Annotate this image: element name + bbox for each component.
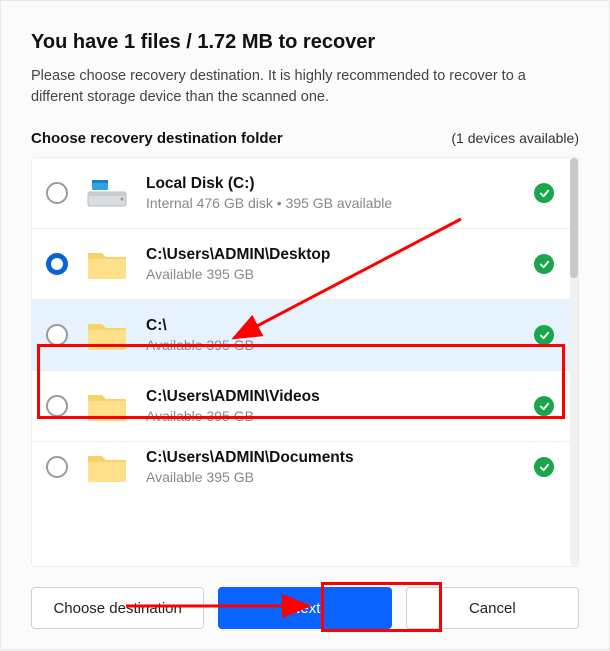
- radio-button[interactable]: [46, 456, 68, 478]
- cancel-button[interactable]: Cancel: [406, 587, 579, 629]
- row-subtitle: Available 395 GB: [146, 337, 524, 353]
- row-title: C:\: [146, 317, 524, 335]
- check-ok-icon: [534, 183, 554, 203]
- dialog-subtitle: Please choose recovery destination. It i…: [31, 66, 579, 108]
- folder-icon: [86, 446, 128, 482]
- radio-button[interactable]: [46, 395, 68, 417]
- row-title: Local Disk (C:): [146, 175, 524, 193]
- row-title: C:\Users\ADMIN\Videos: [146, 388, 524, 406]
- check-ok-icon: [534, 325, 554, 345]
- row-text: C:\ Available 395 GB: [146, 317, 524, 353]
- row-text: C:\Users\ADMIN\Documents Available 395 G…: [146, 449, 524, 482]
- row-title: C:\Users\ADMIN\Documents: [146, 449, 524, 467]
- folder-icon: [86, 385, 128, 427]
- section-title: Choose recovery destination folder: [31, 130, 283, 147]
- check-ok-icon: [534, 396, 554, 416]
- choose-destination-button[interactable]: Choose destination: [31, 587, 204, 629]
- check-ok-icon: [534, 254, 554, 274]
- radio-button[interactable]: [46, 324, 68, 346]
- destination-row-c-root[interactable]: C:\ Available 395 GB: [32, 300, 578, 371]
- disk-icon: [86, 172, 128, 214]
- row-text: C:\Users\ADMIN\Videos Available 395 GB: [146, 388, 524, 424]
- next-button[interactable]: Next: [218, 587, 391, 629]
- dialog-buttons: Choose destination Next Cancel: [31, 587, 579, 629]
- recovery-destination-dialog: You have 1 files / 1.72 MB to recover Pl…: [0, 0, 610, 650]
- dialog-title: You have 1 files / 1.72 MB to recover: [31, 31, 579, 54]
- destination-row-videos[interactable]: C:\Users\ADMIN\Videos Available 395 GB: [32, 371, 578, 442]
- section-header: Choose recovery destination folder (1 de…: [31, 130, 579, 147]
- destination-row-local-disk-c[interactable]: Local Disk (C:) Internal 476 GB disk • 3…: [32, 158, 578, 229]
- row-text: Local Disk (C:) Internal 476 GB disk • 3…: [146, 175, 524, 211]
- row-subtitle: Available 395 GB: [146, 266, 524, 282]
- scrollbar[interactable]: [570, 158, 578, 566]
- check-ok-icon: [534, 457, 554, 477]
- devices-available-label: (1 devices available): [451, 130, 579, 146]
- row-title: C:\Users\ADMIN\Desktop: [146, 246, 524, 264]
- destination-row-documents[interactable]: C:\Users\ADMIN\Documents Available 395 G…: [32, 442, 578, 482]
- row-subtitle: Available 395 GB: [146, 408, 524, 424]
- destination-row-desktop[interactable]: C:\Users\ADMIN\Desktop Available 395 GB: [32, 229, 578, 300]
- folder-icon: [86, 243, 128, 285]
- folder-icon: [86, 314, 128, 356]
- scrollbar-thumb[interactable]: [570, 158, 578, 278]
- destination-list: Local Disk (C:) Internal 476 GB disk • 3…: [31, 157, 579, 567]
- radio-button[interactable]: [46, 182, 68, 204]
- row-text: C:\Users\ADMIN\Desktop Available 395 GB: [146, 246, 524, 282]
- row-subtitle: Internal 476 GB disk • 395 GB available: [146, 195, 524, 211]
- radio-button[interactable]: [46, 253, 68, 275]
- row-subtitle: Available 395 GB: [146, 469, 524, 482]
